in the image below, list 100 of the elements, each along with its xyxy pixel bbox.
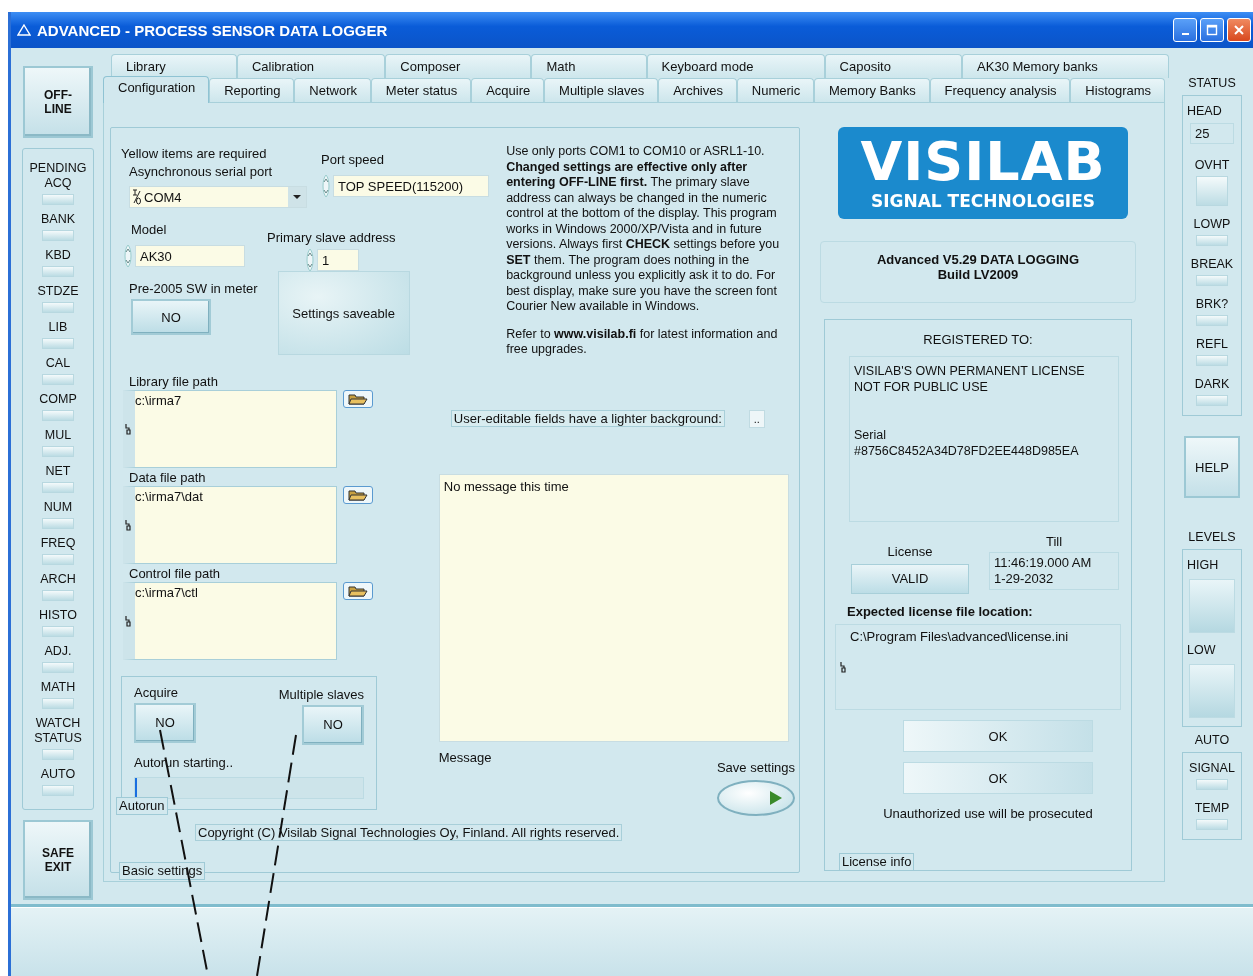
tab[interactable]: AK30 Memory banks bbox=[962, 54, 1169, 78]
browse-button[interactable] bbox=[343, 389, 373, 408]
io-icon bbox=[132, 189, 142, 205]
indicator-label: BREAK bbox=[1190, 257, 1234, 272]
indicator-label: LOWP bbox=[1193, 217, 1231, 232]
field-label: Primary slave address bbox=[267, 230, 396, 246]
indicator-label: LIB bbox=[47, 320, 69, 336]
indicator-label: MUL bbox=[43, 428, 73, 444]
model-field[interactable]: AK30 bbox=[135, 245, 245, 267]
head-label: HEAD bbox=[1187, 104, 1222, 119]
ellipsis-button[interactable]: .. bbox=[748, 409, 765, 428]
tab[interactable]: Composer bbox=[385, 54, 532, 78]
tab[interactable]: Library bbox=[111, 54, 237, 78]
tab[interactable]: Numeric bbox=[736, 78, 815, 102]
indicator-label: CAL bbox=[44, 356, 72, 372]
indicator-label: COMP bbox=[38, 392, 78, 408]
serial-port-dropdown[interactable]: COM4 bbox=[129, 186, 307, 208]
slave-address-field[interactable]: 1 bbox=[317, 249, 359, 271]
browse-button[interactable] bbox=[343, 581, 373, 600]
tab[interactable]: Frequency analysis bbox=[929, 78, 1071, 102]
field-label: Till bbox=[1045, 534, 1063, 550]
license-holder-text: VISILAB'S OWN PERMANENT LICENSE bbox=[854, 363, 1086, 379]
field-label: Port speed bbox=[321, 152, 385, 168]
expiry-field: 11:46:19.000 AM 1-29-2032 bbox=[989, 552, 1119, 590]
tab[interactable]: Caposito bbox=[824, 54, 963, 78]
field-label: Data file path bbox=[129, 469, 207, 486]
indicator-label: NUM bbox=[42, 500, 74, 516]
field-label: Library file path bbox=[129, 373, 219, 390]
path-icon bbox=[125, 518, 131, 531]
tab[interactable]: Configuration bbox=[103, 76, 210, 103]
required-note: Yellow items are required bbox=[121, 146, 267, 162]
indicator-label: MATH bbox=[39, 680, 77, 696]
indicator-label: OVHT bbox=[1194, 158, 1230, 173]
level-label: HIGH bbox=[1187, 558, 1219, 573]
indicator-label: ARCH bbox=[39, 572, 77, 588]
auto-title: AUTO bbox=[1194, 733, 1230, 748]
message-box: No message this time bbox=[438, 473, 789, 742]
level-label: LOW bbox=[1187, 643, 1216, 658]
logo: VISILAB SIGNAL TECHNOLOGIES bbox=[838, 127, 1128, 219]
tab[interactable]: Math bbox=[531, 54, 647, 78]
path-field[interactable]: c:\irma7 bbox=[123, 389, 337, 468]
indicator-label: FREQ bbox=[39, 536, 77, 552]
maximize-button[interactable] bbox=[1200, 18, 1224, 42]
tab[interactable]: Histograms bbox=[1070, 78, 1165, 102]
path-field[interactable]: c:\irma7\ctl bbox=[123, 581, 337, 660]
license-status: VALID bbox=[851, 564, 969, 594]
tab[interactable]: Meter status bbox=[370, 78, 472, 102]
field-label: Control file path bbox=[129, 565, 222, 582]
minimize-button[interactable] bbox=[1173, 18, 1197, 42]
indicator-label: BRK? bbox=[1195, 297, 1229, 312]
minimize-icon bbox=[1181, 33, 1189, 35]
toggle-button[interactable]: NO bbox=[131, 299, 211, 335]
save-settings-label: Save settings bbox=[716, 759, 795, 776]
close-button[interactable] bbox=[1227, 18, 1251, 42]
tab[interactable]: Keyboard mode bbox=[646, 54, 825, 78]
path-icon bbox=[840, 661, 846, 673]
ok-button[interactable]: OK bbox=[903, 762, 1093, 794]
registered-label: REGISTERED TO: bbox=[923, 332, 1033, 348]
indicator-label: HISTO bbox=[38, 608, 78, 624]
spinner-icon bbox=[321, 173, 331, 199]
tab[interactable]: Network bbox=[294, 78, 371, 102]
location-label: Expected license file location: bbox=[847, 604, 1034, 620]
indicator-label: WATCH STATUS bbox=[33, 716, 83, 747]
group-caption: License info bbox=[839, 853, 915, 871]
toggle-button[interactable]: NO bbox=[134, 702, 196, 743]
serial-number: #8756C8452A34D78FD2EE448D985EA bbox=[854, 443, 1080, 459]
ok-button[interactable]: OK bbox=[903, 720, 1093, 752]
tab[interactable]: Multiple slaves bbox=[544, 78, 659, 102]
browse-button[interactable] bbox=[343, 485, 373, 504]
window-title: ADVANCED - PROCESS SENSOR DATA LOGGER bbox=[37, 21, 389, 39]
tab[interactable]: Acquire bbox=[471, 78, 545, 102]
editable-note: User-editable fields have a lighter background: bbox=[450, 410, 725, 427]
close-icon bbox=[1232, 23, 1246, 37]
message-label: Message bbox=[438, 749, 493, 766]
indicator-label: SIGNAL bbox=[1189, 761, 1235, 776]
levels-title: LEVELS bbox=[1188, 530, 1236, 545]
tab[interactable]: Calibration bbox=[236, 54, 386, 78]
path-icon bbox=[125, 614, 131, 627]
settings-saveable-indicator: Settings saveable bbox=[277, 271, 410, 355]
serial-label: Serial bbox=[854, 427, 887, 443]
spinner-icon bbox=[305, 247, 315, 273]
help-button[interactable]: HELP bbox=[1184, 436, 1240, 498]
maximize-icon bbox=[1205, 23, 1219, 37]
port-speed-field[interactable]: TOP SPEED(115200) bbox=[333, 175, 489, 197]
path-field[interactable]: c:\irma7\dat bbox=[123, 485, 337, 564]
info-paragraph: Use only ports COM1 to COM10 or ASRL1-10. Changed settings are effective only after entering OFF-LINE first. The primary slave address can always be changed in the numeric control at the bottom of the display. This program works in Windows 2000/XP/Vista and in future versions. Always first CHECK settings before you SET them. The program does nothing in the background unless you explicitly ask it to do. For best display, make sure you have the screen font Courier New available in Windows. bbox=[506, 144, 781, 315]
offline-button[interactable]: OFF-LINE bbox=[23, 66, 93, 139]
group-caption: Autorun bbox=[116, 796, 168, 815]
version-text: Advanced V5.29 DATA LOGGING bbox=[877, 252, 1079, 267]
indicator-label: TEMP bbox=[1194, 801, 1230, 816]
warning-text: Unauthorized use will be prosecuted bbox=[883, 806, 1093, 822]
safe-exit-button[interactable]: SAFE EXIT bbox=[23, 820, 93, 900]
indicator-label: ADJ. bbox=[43, 644, 73, 660]
tab[interactable]: Reporting bbox=[209, 78, 295, 102]
toggle-button[interactable]: NO bbox=[302, 704, 364, 745]
head-value: 25 bbox=[1190, 123, 1234, 144]
indicator-label: BANK bbox=[39, 212, 76, 228]
tab[interactable]: Archives bbox=[658, 78, 737, 102]
tab[interactable]: Memory Banks bbox=[814, 78, 930, 102]
play-icon bbox=[768, 789, 783, 806]
